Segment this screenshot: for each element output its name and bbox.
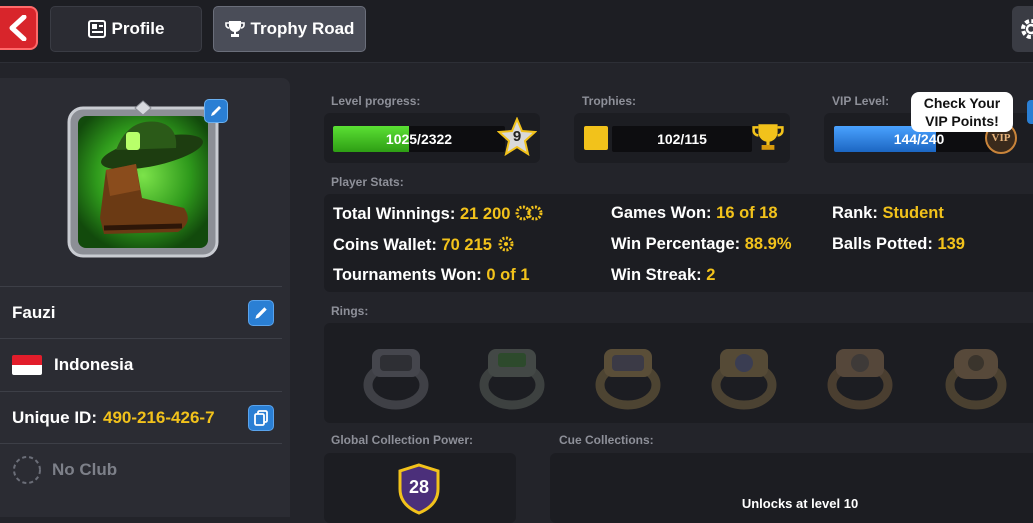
country-name: Indonesia	[54, 354, 134, 374]
stat-total-winnings: Total Winnings: 21 200	[333, 204, 545, 224]
ring-icon[interactable]	[704, 333, 784, 413]
player-name: Fauzi	[12, 302, 56, 322]
ring-icon[interactable]	[820, 333, 900, 413]
stat-rank: Rank: Student	[832, 204, 944, 223]
edit-avatar-button[interactable]	[204, 99, 228, 123]
copy-id-button[interactable]	[248, 404, 274, 431]
stat-tournaments-won: Tournaments Won: 0 of 1	[333, 266, 530, 285]
tab-trophy-road[interactable]: Trophy Road	[213, 6, 366, 52]
tab-profile-label: Profile	[111, 19, 165, 38]
stat-coins-wallet: Coins Wallet: 70 215	[333, 235, 515, 255]
trophies-text: 102/115	[657, 131, 707, 147]
cue-collections-label: Cue Collections:	[559, 433, 654, 447]
stat-value: 2	[706, 266, 716, 284]
stat-label: Win Streak:	[611, 266, 702, 284]
vip-points-tooltip[interactable]: Check Your VIP Points!	[911, 92, 1013, 132]
gear-icon	[1021, 19, 1033, 39]
coin-icon	[498, 236, 514, 252]
stat-label: Balls Potted:	[832, 235, 933, 253]
top-bar: Profile Trophy Road	[0, 0, 1033, 63]
unique-id-label: Unique ID:	[12, 407, 97, 427]
unique-id-value: 490-216-426-7	[103, 407, 215, 427]
trophies-bar: 102/115	[612, 126, 752, 152]
club-name: No Club	[52, 459, 118, 479]
trophies-label: Trophies:	[582, 94, 637, 108]
tab-profile[interactable]: Profile	[50, 6, 202, 52]
ring-icon[interactable]	[588, 333, 668, 413]
edit-name-button[interactable]	[248, 299, 274, 326]
level-progress-card[interactable]: 1025/2322 9	[324, 113, 540, 163]
vip-tooltip-text: Check Your VIP Points!	[923, 95, 1001, 129]
stat-value: 21 200	[459, 205, 511, 223]
club-placeholder-icon	[13, 455, 41, 484]
stat-balls-potted: Balls Potted: 139	[832, 235, 965, 254]
rings-label: Rings:	[331, 304, 369, 318]
stat-label: Coins Wallet:	[333, 236, 437, 254]
stat-value: 88.9%	[744, 235, 792, 253]
cue-collections-card[interactable]: Unlocks at level 10	[550, 453, 1033, 523]
player-stats-card: Total Winnings: 21 200 Coins Wallet: 70 …	[324, 194, 1033, 292]
tab-trophy-road-label: Trophy Road	[250, 19, 355, 38]
avatar[interactable]	[66, 100, 220, 260]
vip-info-button[interactable]	[1027, 100, 1033, 124]
stat-games-won: Games Won: 16 of 18	[611, 204, 778, 223]
level-number: 9	[512, 128, 522, 145]
stat-value: Student	[882, 204, 944, 222]
stat-value: 70 215	[441, 236, 492, 254]
stat-label: Rank:	[832, 204, 878, 222]
profile-card-icon	[87, 20, 106, 38]
ring-icon[interactable]	[356, 333, 436, 413]
name-row: Fauzi	[0, 286, 282, 338]
indonesia-flag-icon	[12, 354, 42, 375]
stat-win-streak: Win Streak: 2	[611, 266, 715, 285]
level-progress-text: 1025/2322	[385, 131, 453, 147]
country-row: Indonesia	[0, 338, 282, 390]
stat-value: 16 of 18	[716, 204, 778, 222]
ring-icon[interactable]	[472, 333, 552, 413]
stat-label: Tournaments Won:	[333, 266, 482, 284]
player-stats-label: Player Stats:	[331, 175, 404, 189]
copy-icon	[254, 409, 268, 426]
cue-unlock-text: Unlocks at level 10	[741, 496, 859, 511]
ring-icon[interactable]	[936, 333, 1016, 413]
global-collection-card[interactable]: 28	[324, 453, 516, 523]
club-row[interactable]: No Club	[0, 443, 282, 495]
trophy-icon	[224, 20, 245, 38]
stat-win-percentage: Win Percentage: 88.9%	[611, 235, 792, 254]
collection-power-value: 28	[408, 477, 430, 497]
unique-id-row: Unique ID: 490-216-426-7	[0, 391, 282, 443]
level-progress-bar: 1025/2322	[333, 126, 505, 152]
stat-value: 0 of 1	[486, 266, 530, 284]
profile-panel: Fauzi Indonesia Unique ID: 490-216-426-7…	[0, 78, 290, 517]
trophy-tier-icon	[584, 126, 608, 150]
level-progress-label: Level progress:	[331, 94, 421, 108]
cash-icon	[515, 205, 543, 221]
trophies-card[interactable]: 102/115	[574, 113, 790, 163]
settings-button[interactable]	[1012, 6, 1033, 52]
vip-level-label: VIP Level:	[832, 94, 890, 108]
global-collection-label: Global Collection Power:	[331, 433, 474, 447]
level-star-badge: 9	[496, 116, 538, 157]
pencil-icon	[255, 306, 267, 319]
rings-card	[324, 323, 1033, 423]
stat-label: Total Winnings:	[333, 205, 456, 223]
back-button[interactable]	[0, 6, 38, 50]
pencil-icon	[211, 106, 221, 116]
stat-value: 139	[937, 235, 965, 253]
stat-label: Win Percentage:	[611, 235, 741, 253]
gold-trophy-icon	[752, 124, 784, 150]
stat-label: Games Won:	[611, 204, 712, 222]
vip-badge-text: VIP	[991, 132, 1011, 144]
chevron-left-icon	[9, 15, 27, 41]
